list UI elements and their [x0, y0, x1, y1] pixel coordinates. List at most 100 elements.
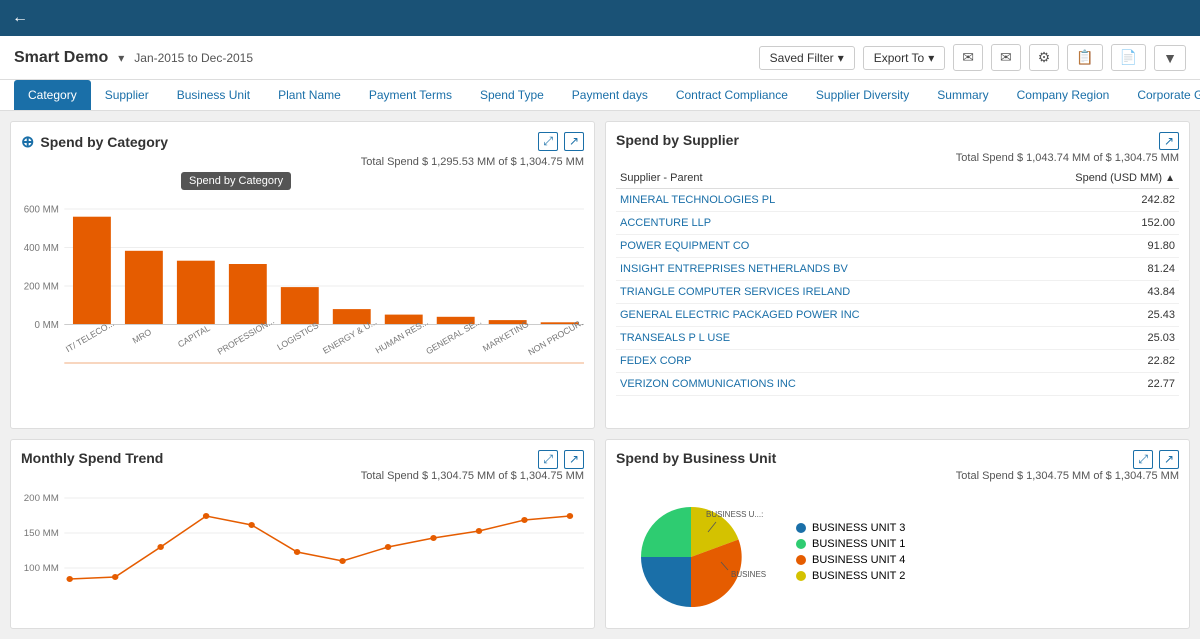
- bar-chart-area: 600 MM 400 MM 200 MM 0 MM IT/: [21, 198, 584, 418]
- pie-chart-svg: BUSINESS U...: 20.21% BUSINESS U...: 29.…: [616, 492, 766, 612]
- supplier-amount: 22.77: [1008, 373, 1179, 396]
- bu-popout-btn[interactable]: ↗: [1159, 450, 1179, 469]
- spend-by-bu-card: Spend by Business Unit ⤢ ↗ Total Spend $…: [605, 439, 1190, 629]
- doc-icon-btn[interactable]: 📄: [1111, 44, 1146, 71]
- legend-dot: [796, 571, 806, 581]
- clipboard-icon-btn[interactable]: 📋: [1067, 44, 1102, 71]
- svg-text:0 MM: 0 MM: [35, 320, 59, 331]
- bu-chart-container: BUSINESS U...: 20.21% BUSINESS U...: 29.…: [616, 492, 1179, 612]
- category-expand-btn[interactable]: ⤢: [538, 132, 558, 151]
- legend-dot: [796, 555, 806, 565]
- supplier-name[interactable]: POWER EQUIPMENT CO: [616, 235, 1008, 258]
- svg-text:200 MM: 200 MM: [24, 493, 59, 503]
- bu-total-spend: Total Spend $ 1,304.75 MM of $ 1,304.75 …: [616, 470, 1179, 482]
- trend-chart-area: 200 MM 150 MM 100 MM: [21, 488, 584, 618]
- tab-contract-compliance[interactable]: Contract Compliance: [662, 80, 802, 110]
- tab-summary[interactable]: Summary: [923, 80, 1002, 110]
- amount-col-header[interactable]: Spend (USD MM) ▲: [1008, 168, 1179, 189]
- svg-text:BUSINESS U...: 29.96%: BUSINESS U...: 29.96%: [731, 570, 766, 579]
- supplier-amount: 152.00: [1008, 212, 1179, 235]
- tab-business-unit[interactable]: Business Unit: [163, 80, 264, 110]
- card-title-bu: Spend by Business Unit: [616, 450, 1179, 466]
- supplier-amount: 25.43: [1008, 304, 1179, 327]
- svg-text:NON PROCUR...: NON PROCUR...: [526, 315, 584, 357]
- category-total-spend: Total Spend $ 1,295.53 MM of $ 1,304.75 …: [21, 156, 584, 168]
- supplier-row: TRANSEALS P L USE 25.03: [616, 327, 1179, 350]
- app-title-dropdown[interactable]: ▾: [118, 51, 124, 65]
- supplier-row: FEDEX CORP 22.82: [616, 350, 1179, 373]
- pie-chart-area: BUSINESS U...: 20.21% BUSINESS U...: 29.…: [616, 492, 776, 612]
- legend-dot: [796, 539, 806, 549]
- export-to-button[interactable]: Export To ▾: [863, 46, 946, 70]
- supplier-row: GENERAL ELECTRIC PACKAGED POWER INC 25.4…: [616, 304, 1179, 327]
- saved-filter-button[interactable]: Saved Filter ▾: [759, 46, 855, 70]
- supplier-name[interactable]: FEDEX CORP: [616, 350, 1008, 373]
- legend-dot: [796, 523, 806, 533]
- svg-text:MRO: MRO: [131, 327, 154, 346]
- main-content: ⊕ Spend by Category ⤢ ↗ Total Spend $ 1,…: [0, 111, 1200, 639]
- filter-icon-btn[interactable]: ▼: [1154, 45, 1186, 71]
- spend-by-supplier-card: Spend by Supplier ↗ Total Spend $ 1,043.…: [605, 121, 1190, 429]
- svg-text:CAPITAL: CAPITAL: [176, 323, 212, 350]
- spend-by-category-card: ⊕ Spend by Category ⤢ ↗ Total Spend $ 1,…: [10, 121, 595, 429]
- trend-chart-svg: 200 MM 150 MM 100 MM: [21, 488, 584, 618]
- supplier-name[interactable]: ACCENTURE LLP: [616, 212, 1008, 235]
- card-actions-bu: ⤢ ↗: [1133, 450, 1179, 469]
- tab-spend-type[interactable]: Spend Type: [466, 80, 558, 110]
- bar-chart-tooltip: Spend by Category: [181, 172, 291, 190]
- card-actions-category: ⤢ ↗: [538, 132, 584, 151]
- supplier-name[interactable]: TRIANGLE COMPUTER SERVICES IRELAND: [616, 281, 1008, 304]
- tab-payment-days[interactable]: Payment days: [558, 80, 662, 110]
- trend-expand-btn[interactable]: ⤢: [538, 450, 558, 469]
- date-range: Jan-2015 to Dec-2015: [134, 51, 253, 65]
- settings-icon-btn[interactable]: ⚙: [1029, 44, 1060, 71]
- tab-supplier-diversity[interactable]: Supplier Diversity: [802, 80, 923, 110]
- card-actions-supplier: ↗: [1159, 132, 1179, 150]
- back-button[interactable]: ←: [12, 9, 28, 27]
- bu-legend-item: BUSINESS UNIT 1: [796, 538, 1179, 550]
- tabs-bar: CategorySupplierBusiness UnitPlant NameP…: [0, 80, 1200, 111]
- supplier-name[interactable]: MINERAL TECHNOLOGIES PL: [616, 189, 1008, 212]
- tab-payment-terms[interactable]: Payment Terms: [355, 80, 466, 110]
- supplier-col-header: Supplier - Parent: [616, 168, 1008, 189]
- legend-label: BUSINESS UNIT 1: [812, 538, 905, 550]
- tab-category[interactable]: Category: [14, 80, 91, 110]
- tab-company-region[interactable]: Company Region: [1003, 80, 1124, 110]
- supplier-popout-btn[interactable]: ↗: [1159, 132, 1179, 150]
- svg-text:600 MM: 600 MM: [24, 204, 59, 215]
- bu-legend-item: BUSINESS UNIT 2: [796, 570, 1179, 582]
- supplier-total-spend: Total Spend $ 1,043.74 MM of $ 1,304.75 …: [616, 152, 1179, 164]
- bu-legend-item: BUSINESS UNIT 4: [796, 554, 1179, 566]
- supplier-name[interactable]: TRANSEALS P L USE: [616, 327, 1008, 350]
- supplier-row: POWER EQUIPMENT CO 91.80: [616, 235, 1179, 258]
- tab-corporate-group[interactable]: Corporate Group: [1123, 80, 1200, 110]
- bu-expand-btn[interactable]: ⤢: [1133, 450, 1153, 469]
- tab-plant-name[interactable]: Plant Name: [264, 80, 355, 110]
- bu-legend-item: BUSINESS UNIT 3: [796, 522, 1179, 534]
- message-icon-btn[interactable]: ✉: [991, 44, 1021, 71]
- svg-text:400 MM: 400 MM: [24, 243, 59, 254]
- svg-text:150 MM: 150 MM: [24, 528, 59, 538]
- legend-label: BUSINESS UNIT 3: [812, 522, 905, 534]
- monthly-spend-trend-card: Monthly Spend Trend ⤢ ↗ Total Spend $ 1,…: [10, 439, 595, 629]
- trend-popout-btn[interactable]: ↗: [564, 450, 584, 469]
- card-title-supplier: Spend by Supplier: [616, 132, 1179, 148]
- email-icon-btn[interactable]: ✉: [953, 44, 983, 71]
- legend-label: BUSINESS UNIT 2: [812, 570, 905, 582]
- svg-text:BUSINESS U...: 20.21%: BUSINESS U...: 20.21%: [706, 510, 766, 519]
- header-row: Smart Demo ▾ Jan-2015 to Dec-2015 Saved …: [0, 36, 1200, 80]
- header-left: Smart Demo ▾ Jan-2015 to Dec-2015: [14, 49, 253, 67]
- supplier-row: INSIGHT ENTREPRISES NETHERLANDS BV 81.24: [616, 258, 1179, 281]
- tab-supplier[interactable]: Supplier: [91, 80, 163, 110]
- supplier-name[interactable]: VERIZON COMMUNICATIONS INC: [616, 373, 1008, 396]
- supplier-name[interactable]: GENERAL ELECTRIC PACKAGED POWER INC: [616, 304, 1008, 327]
- supplier-row: ACCENTURE LLP 152.00: [616, 212, 1179, 235]
- supplier-amount: 43.84: [1008, 281, 1179, 304]
- card-title-trend: Monthly Spend Trend: [21, 450, 584, 466]
- category-popout-btn[interactable]: ↗: [564, 132, 584, 151]
- card-actions-trend: ⤢ ↗: [538, 450, 584, 469]
- supplier-row: MINERAL TECHNOLOGIES PL 242.82: [616, 189, 1179, 212]
- card-title-category: ⊕ Spend by Category: [21, 132, 584, 152]
- supplier-name[interactable]: INSIGHT ENTREPRISES NETHERLANDS BV: [616, 258, 1008, 281]
- legend-label: BUSINESS UNIT 4: [812, 554, 905, 566]
